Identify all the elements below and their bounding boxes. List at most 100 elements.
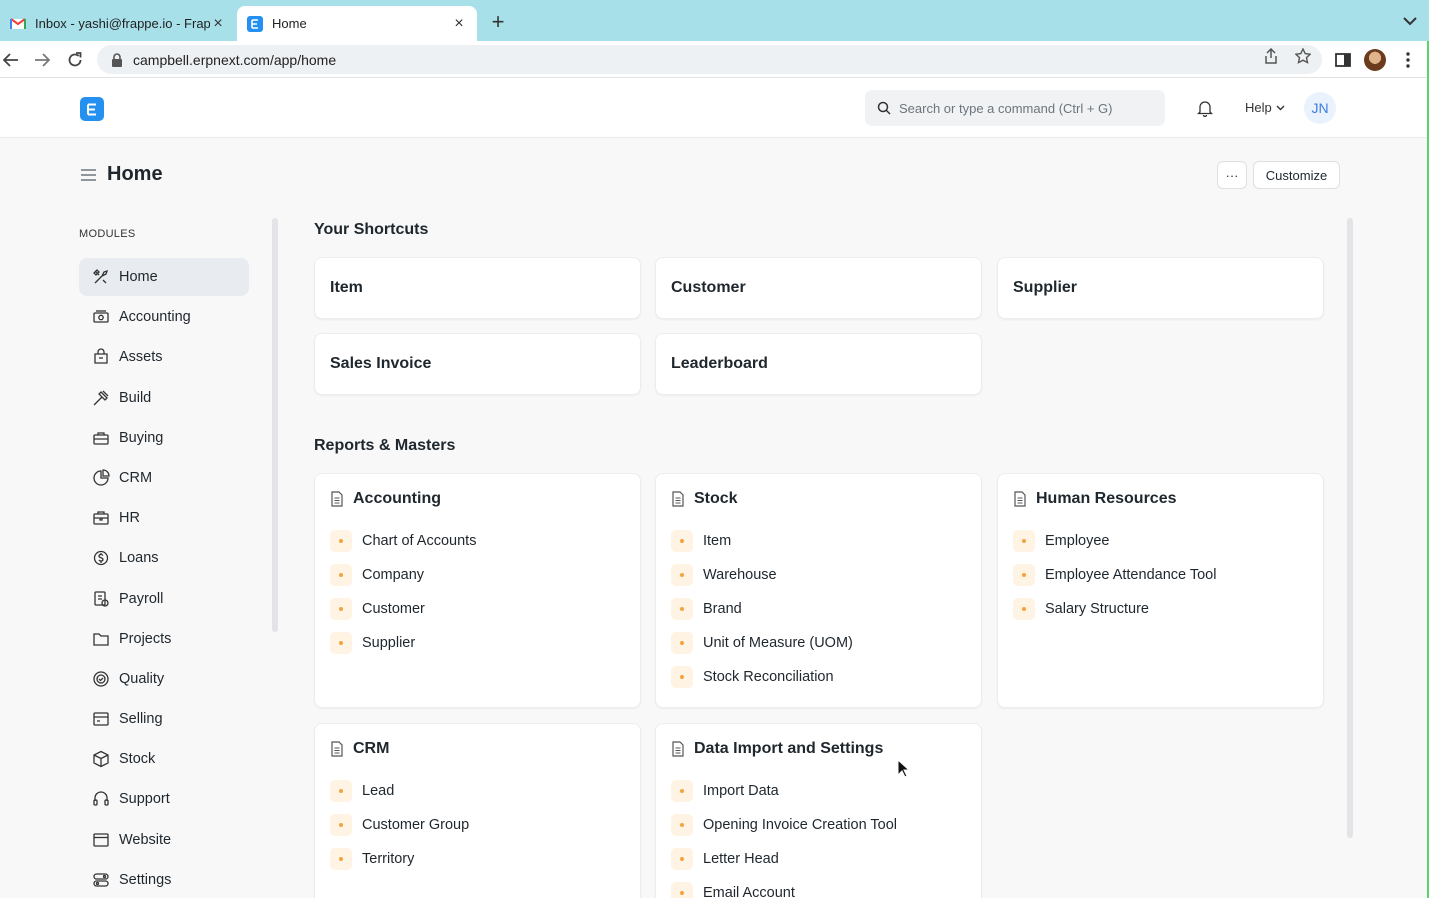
help-dropdown[interactable]: Help (1245, 100, 1285, 115)
link-unit-of-measure[interactable]: Unit of Measure (UOM) (671, 626, 966, 660)
chevron-down-icon (1276, 105, 1285, 110)
sidebar-item-projects[interactable]: Projects (79, 620, 249, 658)
reports-heading: Reports & Masters (314, 437, 456, 454)
document-icon (331, 491, 343, 507)
sidebar-item-label: Support (119, 791, 170, 808)
sidebar-item-loans[interactable]: Loans (79, 539, 249, 577)
link-employee-attendance-tool[interactable]: Employee Attendance Tool (1013, 558, 1308, 592)
bullet-dot-icon (671, 848, 693, 870)
browser-menu-icon[interactable] (1397, 49, 1419, 71)
link-warehouse[interactable]: Warehouse (671, 558, 966, 592)
stock-icon (92, 750, 110, 768)
bullet-dot-icon (330, 598, 352, 620)
modules-heading: MODULES (79, 228, 136, 240)
erpnext-logo-icon[interactable] (80, 97, 104, 121)
link-item[interactable]: Item (671, 524, 966, 558)
link-company[interactable]: Company (330, 558, 625, 592)
sidebar-item-home[interactable]: Home (79, 258, 249, 296)
forward-arrow-icon[interactable] (31, 49, 53, 71)
sidebar-item-label: Loans (119, 550, 159, 567)
link-customer-group[interactable]: Customer Group (330, 808, 625, 842)
payroll-icon (92, 590, 110, 608)
accounting-icon (92, 308, 110, 326)
gmail-icon (10, 16, 26, 32)
sidebar-item-hr[interactable]: HR (79, 499, 249, 537)
link-label: Warehouse (703, 567, 777, 583)
shortcut-customer[interactable]: Customer (655, 257, 982, 319)
shortcut-sales-invoice[interactable]: Sales Invoice (314, 333, 641, 395)
shortcut-supplier[interactable]: Supplier (997, 257, 1324, 319)
link-brand[interactable]: Brand (671, 592, 966, 626)
new-tab-plus-icon[interactable]: + (486, 9, 510, 34)
report-card-human-resources: Human Resources Employee Employee Attend… (997, 473, 1324, 708)
more-actions-button[interactable]: ··· (1217, 161, 1247, 189)
link-label: Opening Invoice Creation Tool (703, 817, 897, 833)
sidebar-item-crm[interactable]: CRM (79, 459, 249, 497)
close-icon[interactable]: × (210, 15, 226, 32)
app-navbar: Help JN (0, 78, 1429, 138)
link-opening-invoice-creation-tool[interactable]: Opening Invoice Creation Tool (671, 808, 966, 842)
link-chart-of-accounts[interactable]: Chart of Accounts (330, 524, 625, 558)
avatar-initials: JN (1311, 100, 1329, 116)
link-salary-structure[interactable]: Salary Structure (1013, 592, 1308, 626)
link-territory[interactable]: Territory (330, 842, 625, 876)
sidebar-item-payroll[interactable]: Payroll (79, 580, 249, 618)
browser-tab-gmail[interactable]: Inbox - yashi@frappe.io - Frappe × (0, 6, 236, 41)
bullet-dot-icon (1013, 530, 1035, 552)
back-arrow-icon[interactable] (0, 49, 22, 71)
page-header: Home ··· Customize (0, 139, 1429, 211)
shortcut-item[interactable]: Item (314, 257, 641, 319)
sidebar-toggle-hamburger-icon[interactable] (80, 168, 97, 182)
link-import-data[interactable]: Import Data (671, 774, 966, 808)
profile-avatar-icon[interactable] (1364, 49, 1386, 71)
sidebar-item-stock[interactable]: Stock (79, 740, 249, 778)
url-bar[interactable]: campbell.erpnext.com/app/home (97, 45, 1322, 74)
link-email-account[interactable]: Email Account (671, 876, 966, 898)
tab-search-chevron-icon[interactable] (1401, 12, 1419, 30)
sidebar-item-assets[interactable]: Assets (79, 338, 249, 376)
link-letter-head[interactable]: Letter Head (671, 842, 966, 876)
help-label: Help (1245, 100, 1272, 115)
sidebar-item-label: HR (119, 510, 140, 527)
customize-button[interactable]: Customize (1253, 161, 1340, 189)
link-lead[interactable]: Lead (330, 774, 625, 808)
sidebar-item-accounting[interactable]: Accounting (79, 298, 249, 336)
sidebar-item-selling[interactable]: Selling (79, 700, 249, 738)
link-supplier[interactable]: Supplier (330, 626, 625, 660)
search-input[interactable] (899, 100, 1159, 116)
sidebar-item-quality[interactable]: Quality (79, 660, 249, 698)
sidebar-item-label: Assets (119, 349, 163, 366)
share-icon[interactable] (1262, 47, 1280, 65)
link-label: Import Data (703, 783, 779, 799)
link-employee[interactable]: Employee (1013, 524, 1308, 558)
sidebar-item-website[interactable]: Website (79, 821, 249, 859)
notification-bell-icon[interactable] (1195, 98, 1215, 118)
sidebar-item-support[interactable]: Support (79, 780, 249, 818)
card-title: Data Import and Settings (694, 740, 884, 757)
bookmark-star-icon[interactable] (1294, 47, 1312, 65)
sidebar-item-build[interactable]: Build (79, 379, 249, 417)
sidebar-scrollbar[interactable] (272, 218, 278, 632)
report-card-accounting: Accounting Chart of Accounts Company Cus… (314, 473, 641, 708)
sidebar-item-buying[interactable]: Buying (79, 419, 249, 457)
erpnext-favicon-icon (247, 15, 263, 32)
main-scrollbar[interactable] (1347, 218, 1353, 838)
link-stock-reconciliation[interactable]: Stock Reconciliation (671, 660, 966, 694)
side-panel-icon[interactable] (1332, 49, 1354, 71)
sidebar-item-label: Buying (119, 429, 164, 446)
link-label: Supplier (362, 635, 416, 651)
reload-icon[interactable] (64, 49, 86, 71)
card-title: CRM (353, 740, 390, 757)
awesomebar-search[interactable] (865, 90, 1165, 126)
link-label: Letter Head (703, 851, 779, 867)
shortcut-leaderboard[interactable]: Leaderboard (655, 333, 982, 395)
browser-tab-home[interactable]: Home × (237, 6, 477, 41)
settings-icon (92, 871, 110, 889)
link-customer[interactable]: Customer (330, 592, 625, 626)
sidebar-item-settings[interactable]: Settings (79, 861, 249, 898)
bullet-dot-icon (671, 882, 693, 898)
close-icon[interactable]: × (451, 15, 467, 32)
bullet-dot-icon (671, 530, 693, 552)
user-avatar[interactable]: JN (1304, 92, 1336, 124)
sidebar-item-label: Build (119, 389, 152, 406)
